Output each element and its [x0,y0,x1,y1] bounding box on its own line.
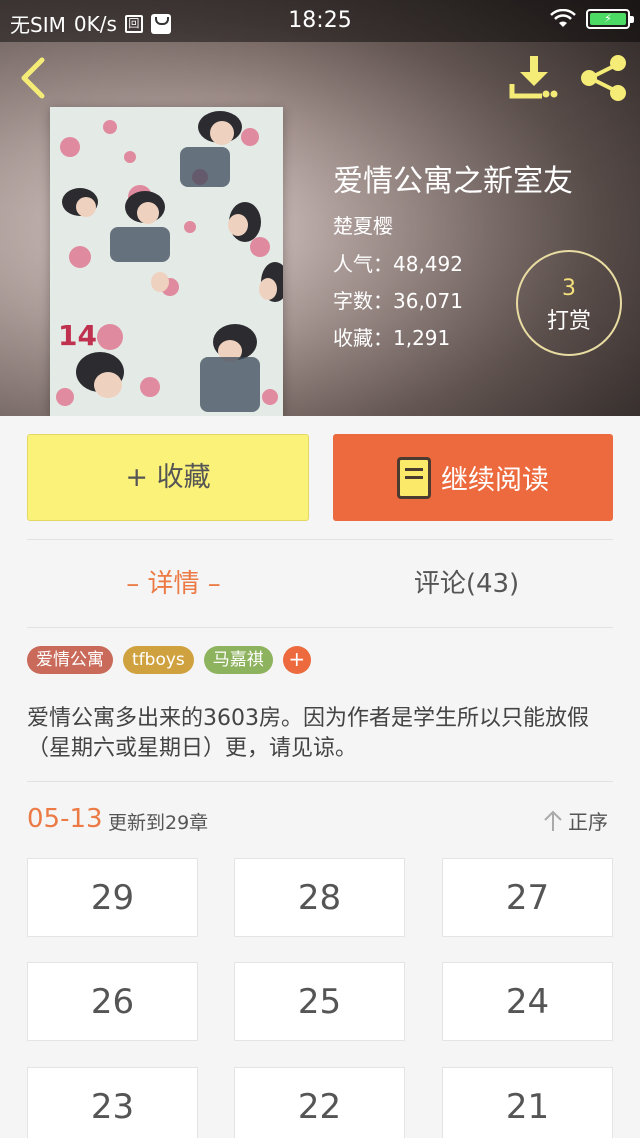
divider [27,781,613,782]
sort-label: 正序 [568,810,608,834]
tag-item[interactable]: 爱情公寓 [27,646,113,674]
continue-reading-label: 继续阅读 [441,465,549,496]
tab-detail[interactable]: – 详情 – [27,560,320,608]
chapter-button[interactable]: 21 [442,1067,613,1138]
author-name[interactable]: 楚夏樱 [333,212,573,240]
tip-label: 打赏 [546,309,591,334]
download-icon[interactable] [508,54,560,102]
chapter-button[interactable]: 26 [27,962,198,1041]
tag-list: 爱情公寓 tfboys 马嘉祺 + [27,646,311,674]
sort-toggle[interactable]: 正序 [542,806,608,835]
update-text: 更新到29章 [108,812,209,834]
arrow-up-icon [544,810,562,831]
tag-item[interactable]: 马嘉祺 [203,646,273,674]
collect-button[interactable]: + 收藏 [27,434,309,521]
back-icon[interactable] [14,56,54,100]
svg-text:14: 14 [58,319,97,352]
continue-reading-button[interactable]: 继续阅读 [333,434,613,521]
chapter-button[interactable]: 23 [27,1067,198,1138]
chapter-button[interactable]: 25 [234,962,405,1041]
chapter-button[interactable]: 24 [442,962,613,1041]
chapter-button[interactable]: 27 [442,858,613,937]
book-description: 爱情公寓多出来的3603房。因为作者是学生所以只能放假（星期六或星期日）更，请见… [27,706,589,761]
chapter-button[interactable]: 28 [234,858,405,937]
tip-count: 3 [562,276,576,301]
chapter-button[interactable]: 22 [234,1067,405,1138]
chapter-button[interactable]: 29 [27,858,198,937]
status-bar: 无SIM 0K/s 回 18:25 ⚡ [0,0,640,42]
tip-button[interactable]: 3 打赏 [516,250,622,356]
add-tag-button[interactable]: + [282,646,311,674]
update-date: 05-13 [27,804,103,834]
book-title: 爱情公寓之新室友 [333,164,573,199]
status-time: 18:25 [288,8,352,33]
cover-art: 14 [50,107,283,416]
tag-item[interactable]: tfboys [123,646,194,674]
wifi-icon [550,9,576,27]
divider [27,539,613,540]
battery-icon: ⚡ [586,9,634,29]
book-cover-image[interactable]: 14 [50,107,283,416]
battery-charging-icon: ⚡ [590,13,626,25]
tab-comments[interactable]: 评论(43) [320,560,613,608]
book-icon [397,456,431,499]
share-icon[interactable] [578,52,630,104]
book-header: 无SIM 0K/s 回 18:25 ⚡ 14 爱情公寓之新室友 楚夏樱 人气：4… [0,0,640,416]
divider [27,627,613,628]
